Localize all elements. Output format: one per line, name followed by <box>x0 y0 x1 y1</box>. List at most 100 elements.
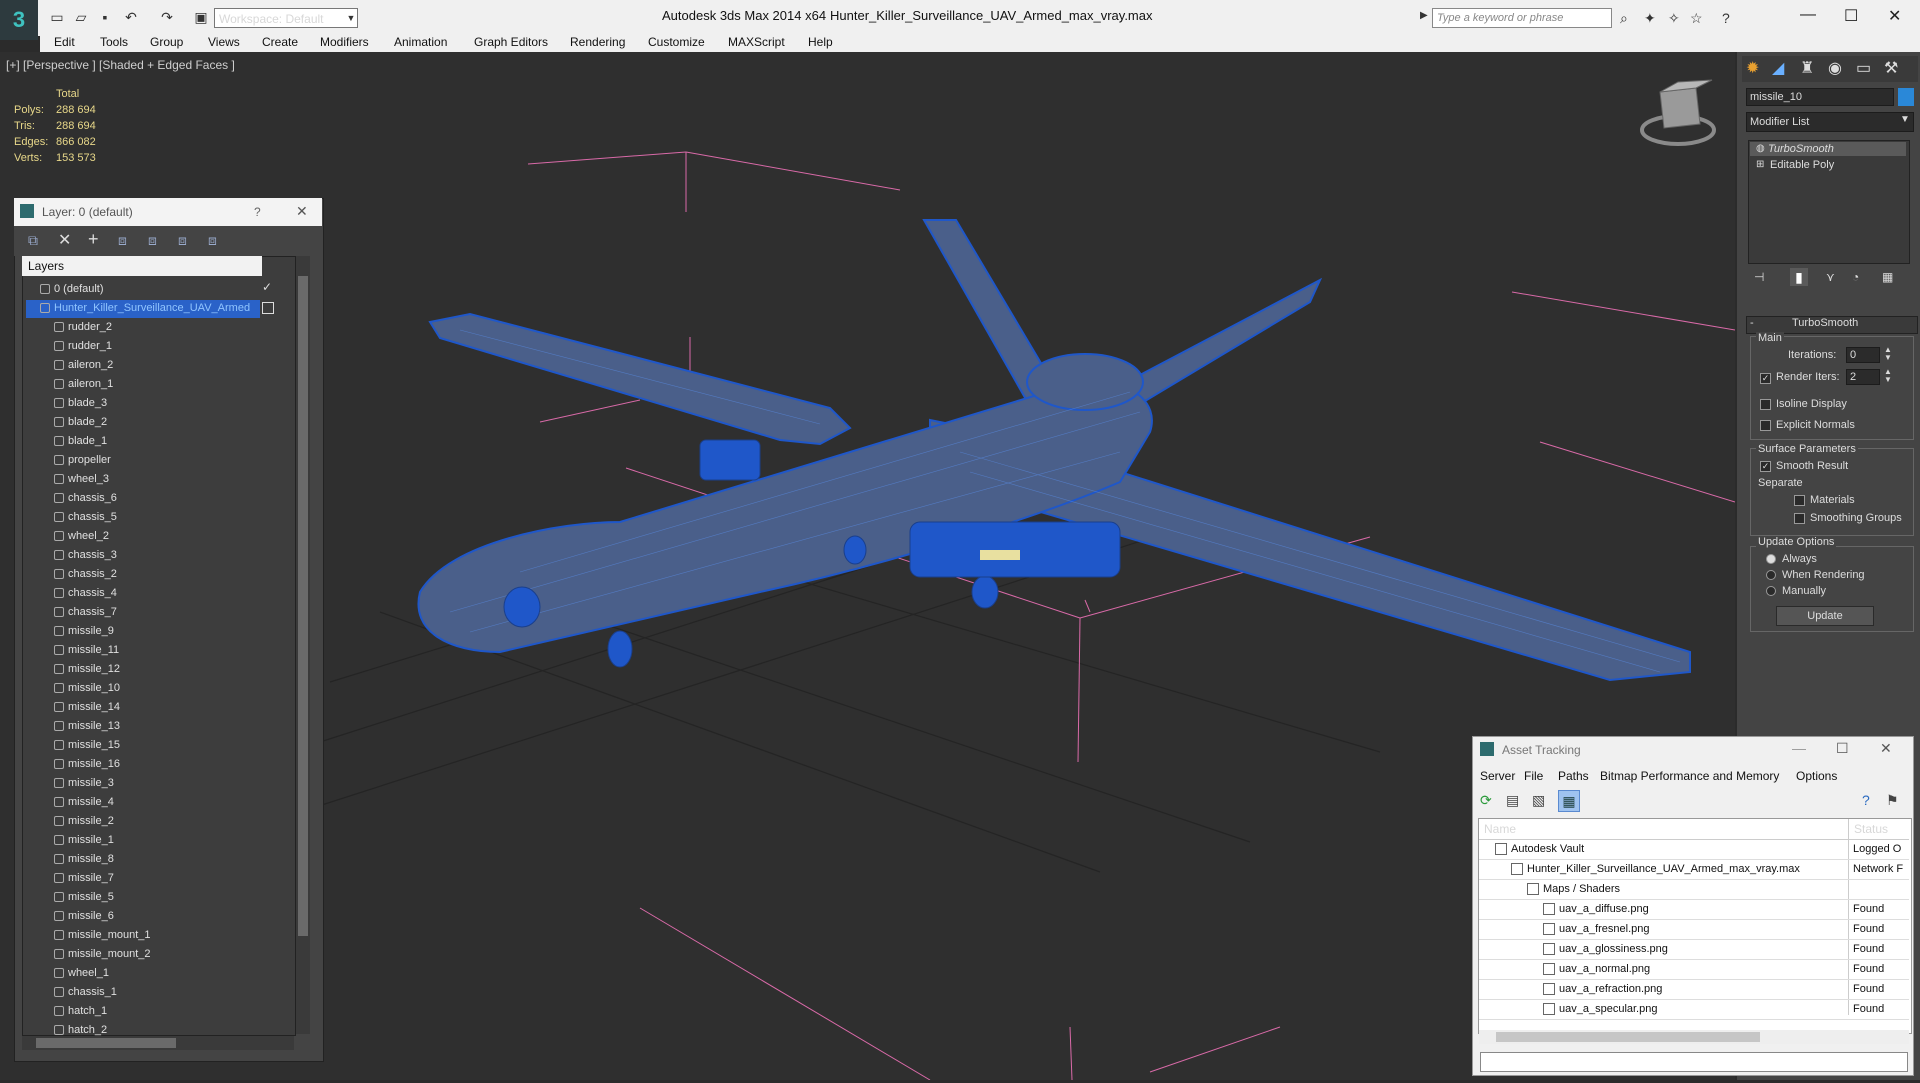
help-icon[interactable]: ? <box>254 205 261 219</box>
layer-row[interactable]: missile_13 <box>30 717 270 736</box>
menu-graph-editors[interactable]: Graph Editors <box>474 35 548 49</box>
highlight-editor-icon[interactable]: ⚑ <box>1886 792 1899 809</box>
modifier-list-dropdown[interactable]: Modifier List <box>1746 112 1914 132</box>
layer-row[interactable]: wheel_3 <box>30 470 270 489</box>
project-folder-icon[interactable]: ▣ <box>192 8 210 26</box>
materials-checkbox[interactable] <box>1794 495 1805 506</box>
remove-modifier-icon[interactable]: ◔ <box>1852 270 1859 284</box>
layer-row[interactable]: 0 (default) <box>30 280 270 299</box>
close-icon[interactable]: ✕ <box>1880 740 1892 757</box>
layer-row[interactable]: rudder_2 <box>30 318 270 337</box>
communication-icon[interactable]: ✧ <box>1668 10 1680 27</box>
motion-tab-icon[interactable]: ◉ <box>1828 58 1842 78</box>
close-icon[interactable]: ✕ <box>296 203 308 220</box>
when-rendering-radio[interactable] <box>1766 570 1776 580</box>
isoline-display-checkbox[interactable] <box>1760 399 1771 410</box>
hierarchy-tab-icon[interactable]: ♜ <box>1800 58 1814 78</box>
table-view-icon[interactable]: ▦ <box>1558 790 1580 812</box>
binoculars-icon[interactable]: ⌕ <box>1620 10 1628 27</box>
chevron-down-icon[interactable]: ▼ <box>1900 114 1910 125</box>
asset-path-field[interactable] <box>1480 1052 1908 1072</box>
layers-column-header[interactable]: Layers <box>22 256 262 276</box>
menu-create[interactable]: Create <box>262 35 298 49</box>
show-end-result-icon[interactable]: ▮ <box>1790 268 1808 286</box>
layer-row[interactable]: blade_3 <box>30 394 270 413</box>
asset-row[interactable]: Hunter_Killer_Surveillance_UAV_Armed_max… <box>1479 860 1909 880</box>
asset-row[interactable]: Maps / Shaders <box>1479 880 1909 900</box>
layer-row[interactable]: missile_mount_1 <box>30 926 270 945</box>
layer-row[interactable]: missile_2 <box>30 812 270 831</box>
create-tab-icon[interactable]: ✹ <box>1746 58 1759 78</box>
layer-row[interactable]: missile_9 <box>30 622 270 641</box>
redo-icon[interactable]: ↷ <box>158 8 176 26</box>
smoothing-groups-checkbox[interactable] <box>1794 513 1805 524</box>
object-visibility-icon[interactable] <box>262 302 274 314</box>
subscription-icon[interactable]: ✦ <box>1644 10 1656 27</box>
new-file-icon[interactable]: ▭ <box>48 8 66 26</box>
menu-views[interactable]: Views <box>208 35 240 49</box>
viewport-label[interactable]: [+] [Perspective ] [Shaded + Edged Faces… <box>6 58 235 72</box>
maximize-icon[interactable]: ☐ <box>1836 740 1849 757</box>
freeze-all-icon[interactable]: ⧈ <box>208 232 217 249</box>
menu-group[interactable]: Group <box>150 35 183 49</box>
asset-row[interactable]: uav_a_diffuse.png Found <box>1479 900 1909 920</box>
configure-sets-icon[interactable]: ▦ <box>1882 270 1893 284</box>
layer-row[interactable]: chassis_5 <box>30 508 270 527</box>
manually-radio[interactable] <box>1766 586 1776 596</box>
layer-row[interactable]: chassis_1 <box>30 983 270 1002</box>
layer-row[interactable]: missile_11 <box>30 641 270 660</box>
menu-server[interactable]: Server <box>1480 769 1515 783</box>
layer-horizontal-scroll-thumb[interactable] <box>36 1038 176 1048</box>
render-iters-checkbox[interactable]: ✓ <box>1760 373 1771 384</box>
stack-item-editable-poly[interactable]: Editable Poly <box>1770 159 1834 171</box>
layer-row[interactable]: wheel_2 <box>30 527 270 546</box>
object-color-swatch[interactable] <box>1898 88 1914 106</box>
layer-row[interactable]: chassis_6 <box>30 489 270 508</box>
menu-paths[interactable]: Paths <box>1558 769 1589 783</box>
menu-edit[interactable]: Edit <box>54 35 75 49</box>
menu-help[interactable]: Help <box>808 35 833 49</box>
asset-row[interactable]: uav_a_fresnel.png Found <box>1479 920 1909 940</box>
layer-row[interactable]: missile_1 <box>30 831 270 850</box>
thumbnail-view-icon[interactable]: ▧ <box>1532 792 1545 809</box>
modify-tab-icon[interactable]: ◢ <box>1772 58 1784 78</box>
utilities-tab-icon[interactable]: ⚒ <box>1884 58 1898 78</box>
always-radio[interactable] <box>1766 554 1776 564</box>
save-file-icon[interactable]: ▪ <box>96 8 114 26</box>
layer-row[interactable]: chassis_3 <box>30 546 270 565</box>
layer-row[interactable]: rudder_1 <box>30 337 270 356</box>
layer-row[interactable]: chassis_4 <box>30 584 270 603</box>
smooth-result-checkbox[interactable]: ✓ <box>1760 461 1771 472</box>
menu-file[interactable]: File <box>1524 769 1543 783</box>
layer-row[interactable]: aileron_2 <box>30 356 270 375</box>
asset-row[interactable]: uav_a_normal.png Found <box>1479 960 1909 980</box>
layer-row[interactable]: missile_5 <box>30 888 270 907</box>
render-iters-spinner[interactable]: 2 <box>1846 369 1880 385</box>
list-view-icon[interactable]: ▤ <box>1506 792 1519 809</box>
minimize-icon[interactable]: — <box>1792 740 1806 756</box>
stack-item-turbosmooth[interactable]: TurboSmooth <box>1768 143 1834 155</box>
refresh-icon[interactable]: ⟳ <box>1480 792 1492 809</box>
name-column-header[interactable]: Name <box>1484 822 1516 836</box>
expand-arrow-icon[interactable]: ▶ <box>1420 10 1428 21</box>
select-highlighted-icon[interactable]: ⧈ <box>118 232 127 249</box>
layer-row[interactable]: hatch_1 <box>30 1002 270 1021</box>
lightbulb-icon[interactable]: ◍ <box>1756 143 1765 154</box>
hide-all-icon[interactable]: ⧈ <box>178 232 187 249</box>
layer-row[interactable]: missile_12 <box>30 660 270 679</box>
minimize-icon[interactable]: — <box>1800 6 1816 24</box>
layer-row[interactable]: Hunter_Killer_Surveillance_UAV_Armed <box>30 299 270 318</box>
make-unique-icon[interactable]: ⋎ <box>1826 270 1835 284</box>
help-icon[interactable]: ? <box>1722 10 1730 26</box>
layer-row[interactable]: missile_10 <box>30 679 270 698</box>
asset-scroll-thumb[interactable] <box>1496 1032 1760 1042</box>
layer-vertical-scroll-thumb[interactable] <box>298 276 308 936</box>
menu-tools[interactable]: Tools <box>100 35 128 49</box>
layer-row[interactable]: blade_2 <box>30 413 270 432</box>
highlight-selected-icon[interactable]: ⧈ <box>148 232 157 249</box>
favorites-star-icon[interactable]: ☆ <box>1690 10 1703 27</box>
layer-row[interactable]: missile_15 <box>30 736 270 755</box>
asset-row[interactable]: uav_a_refraction.png Found <box>1479 980 1909 1000</box>
layer-row[interactable]: missile_4 <box>30 793 270 812</box>
help-icon[interactable]: ? <box>1862 792 1870 808</box>
